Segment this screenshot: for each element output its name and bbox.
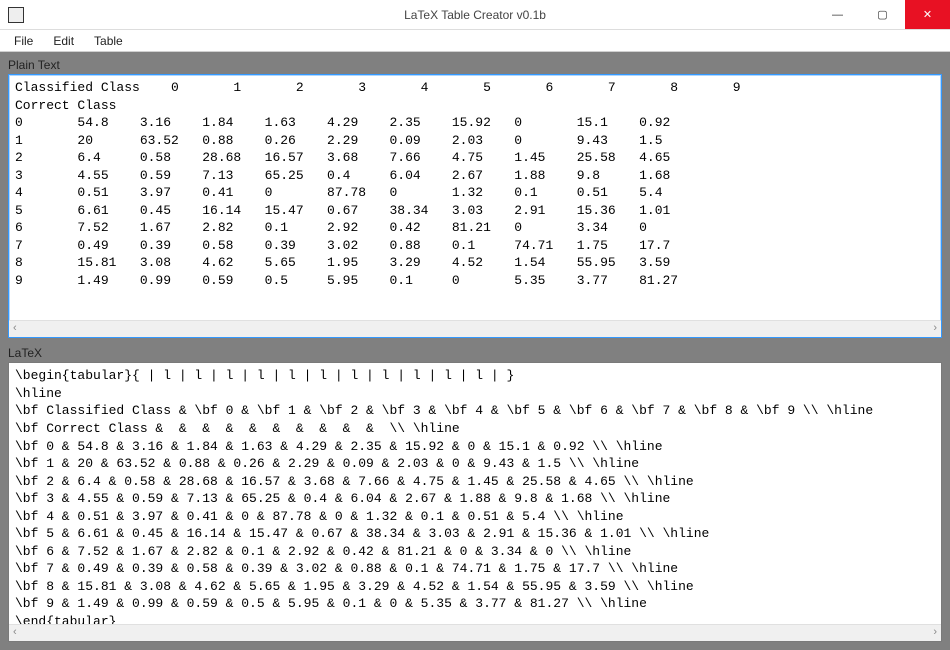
latex-hscroll[interactable]: ‹ › [9, 624, 941, 641]
menu-edit[interactable]: Edit [43, 32, 84, 50]
plain-text-area[interactable]: Classified Class 0 1 2 3 4 5 6 7 8 9 Cor… [9, 75, 941, 320]
plain-text-panel[interactable]: Classified Class 0 1 2 3 4 5 6 7 8 9 Cor… [8, 74, 942, 338]
latex-label: LaTeX [8, 346, 942, 360]
scroll-right-icon[interactable]: › [933, 322, 937, 334]
app-icon [8, 7, 24, 23]
titlebar[interactable]: LaTeX Table Creator v0.1b — ▢ ✕ [0, 0, 950, 30]
window-controls: — ▢ ✕ [815, 0, 950, 29]
menubar: File Edit Table [0, 30, 950, 52]
close-button[interactable]: ✕ [905, 0, 950, 29]
minimize-button[interactable]: — [815, 0, 860, 29]
client-area: Plain Text Classified Class 0 1 2 3 4 5 … [0, 52, 950, 650]
scroll-left-icon[interactable]: ‹ [13, 322, 17, 334]
menu-table[interactable]: Table [84, 32, 133, 50]
maximize-button[interactable]: ▢ [860, 0, 905, 29]
scroll-right-icon[interactable]: › [933, 626, 937, 638]
window-title: LaTeX Table Creator v0.1b [0, 8, 950, 22]
plain-text-hscroll[interactable]: ‹ › [9, 320, 941, 337]
scroll-left-icon[interactable]: ‹ [13, 626, 17, 638]
latex-area[interactable]: \begin{tabular}{ | l | l | l | l | l | l… [9, 363, 941, 624]
latex-panel[interactable]: \begin{tabular}{ | l | l | l | l | l | l… [8, 362, 942, 642]
plain-text-label: Plain Text [8, 58, 942, 72]
menu-file[interactable]: File [4, 32, 43, 50]
